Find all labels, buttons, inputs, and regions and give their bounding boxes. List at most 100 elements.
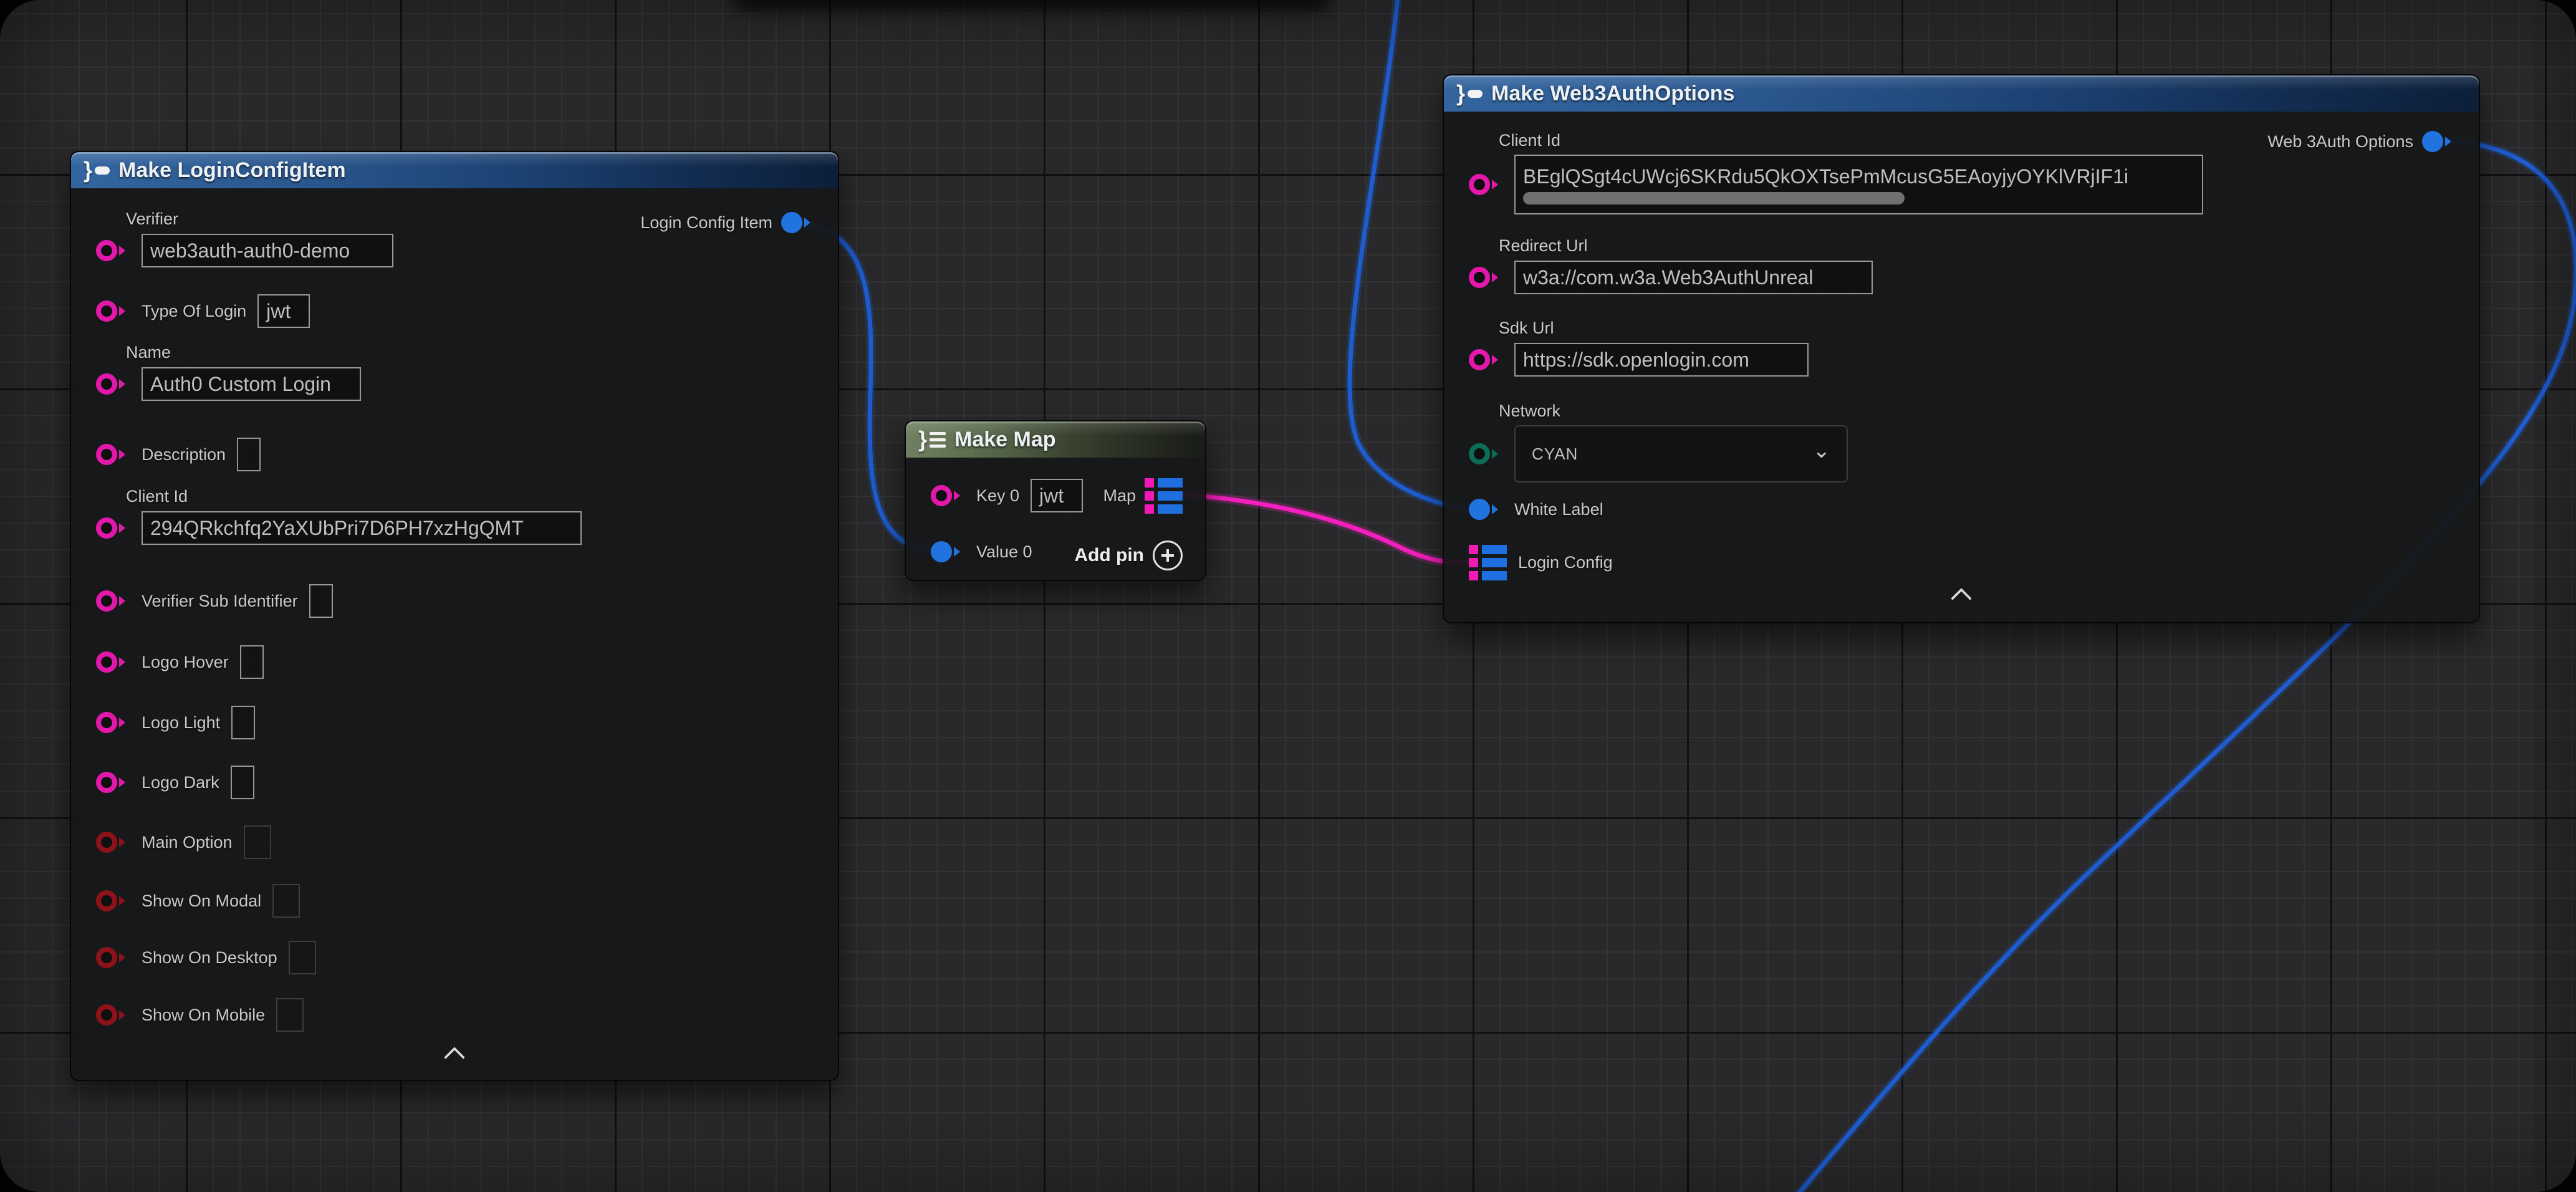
pin-label: Login Config [1518, 553, 1613, 572]
checkbox-show-on-mobile[interactable] [276, 998, 304, 1032]
pin-label: Logo Dark [142, 773, 219, 792]
node-header[interactable]: } Make Web3AuthOptions [1444, 75, 2479, 112]
pin-label: Web 3Auth Options [2267, 132, 2413, 151]
string-pin[interactable] [96, 373, 130, 395]
make-struct-icon: } [84, 159, 110, 181]
output-row-web-3auth-options[interactable]: Web 3Auth Options [1444, 124, 2479, 159]
offscreen-node-shadow [733, 0, 1331, 11]
text-input-name[interactable]: Auth0 Custom Login [142, 367, 361, 401]
input-row-logo-dark[interactable]: Logo Dark [71, 765, 838, 800]
text-input-sdk-url[interactable]: https://sdk.openlogin.com [1514, 343, 1809, 377]
dropdown-network[interactable]: CYAN⌄ [1514, 425, 1848, 483]
collapse-button[interactable] [71, 1050, 838, 1065]
string-pin[interactable] [96, 300, 130, 322]
bool-pin[interactable] [96, 890, 130, 911]
string-pin[interactable] [1469, 174, 1503, 195]
text-input-value: jwt [266, 300, 291, 323]
input-row-type-of-login[interactable]: Type Of Loginjwt [71, 294, 838, 329]
node-title: Make LoginConfigItem [118, 158, 346, 183]
bool-pin[interactable] [96, 1004, 130, 1026]
add-pin-icon[interactable] [1153, 541, 1183, 570]
text-input-logo-hover-empty[interactable] [240, 645, 264, 679]
string-pin[interactable] [96, 712, 130, 733]
map-pin[interactable] [1469, 545, 1507, 580]
input-row-verifier[interactable]: Verifierweb3auth-auth0-demo [71, 233, 838, 268]
map-pin[interactable] [1145, 478, 1183, 514]
add-pin-label: Add pin [1074, 545, 1144, 566]
horizontal-scrollbar[interactable] [1523, 192, 1905, 204]
make-map-icon: } [918, 428, 946, 451]
text-input-value: w3a://com.w3a.Web3AuthUnreal [1523, 266, 1813, 289]
text-input-logo-light-empty[interactable] [231, 706, 255, 739]
text-input-value: https://sdk.openlogin.com [1523, 348, 1749, 372]
pin-label: Show On Modal [142, 892, 261, 911]
string-pin[interactable] [96, 590, 130, 612]
checkbox-show-on-modal[interactable] [272, 884, 300, 918]
checkbox-show-on-desktop[interactable] [289, 941, 316, 974]
node-title: Make Map [954, 428, 1056, 452]
input-row-logo-light[interactable]: Logo Light [71, 705, 838, 740]
wire-make-map.map-to-make-web3authoptions.login-config [1179, 494, 1473, 562]
string-pin[interactable] [96, 444, 130, 465]
input-row-name[interactable]: NameAuth0 Custom Login [71, 367, 838, 401]
struct-pin-connected[interactable] [781, 212, 815, 233]
checkbox-main-option[interactable] [244, 825, 271, 859]
bool-pin[interactable] [96, 832, 130, 853]
text-input-client-id[interactable]: 294QRkchfq2YaXUbPri7D6PH7xzHgQMT [142, 511, 582, 545]
node-make-loginconfigitem[interactable]: Login Config ItemVerifierweb3auth-auth0-… [70, 151, 839, 1081]
string-pin[interactable] [1469, 267, 1503, 288]
pin-label: Logo Hover [142, 653, 229, 672]
wire-make-map.map-to-make-web3authoptions.login-config[interactable] [1179, 494, 1473, 562]
struct-pin-connected[interactable] [2422, 131, 2456, 152]
pin-label: Network [1499, 401, 1560, 421]
string-pin[interactable] [96, 240, 130, 261]
output-row-add-pin[interactable]: Add pin [906, 538, 1205, 573]
blueprint-graph-canvas[interactable]: Login Config ItemVerifierweb3auth-auth0-… [0, 0, 2576, 1192]
collapse-button[interactable] [1444, 591, 2479, 606]
input-row-show-on-desktop[interactable]: Show On Desktop [71, 940, 838, 975]
bool-pin[interactable] [96, 947, 130, 968]
string-pin[interactable] [1469, 349, 1503, 370]
pin-label: Verifier [126, 209, 178, 229]
string-pin[interactable] [96, 651, 130, 673]
pin-label: Sdk Url [1499, 319, 1554, 338]
input-row-show-on-mobile[interactable]: Show On Mobile [71, 997, 838, 1032]
input-row-client-id[interactable]: Client Id294QRkchfq2YaXUbPri7D6PH7xzHgQM… [71, 511, 838, 546]
node-make-web3authoptions[interactable]: Web 3Auth OptionsClient IdBEglQSgt4cUWcj… [1443, 74, 2480, 623]
input-row-show-on-modal[interactable]: Show On Modal [71, 883, 838, 918]
input-row-sdk-url[interactable]: Sdk Urlhttps://sdk.openlogin.com [1444, 342, 2479, 377]
node-title: Make Web3AuthOptions [1491, 82, 1734, 106]
struct-pin-connected[interactable] [1469, 499, 1503, 520]
input-row-description[interactable]: Description [71, 437, 838, 472]
pin-label: Login Config Item [640, 213, 772, 233]
text-input-value: 294QRkchfq2YaXUbPri7D6PH7xzHgQMT [150, 517, 524, 540]
node-header[interactable]: } Make LoginConfigItem [71, 152, 838, 188]
string-pin[interactable] [96, 772, 130, 793]
enum-pin[interactable] [1469, 443, 1503, 464]
input-row-redirect-url[interactable]: Redirect Urlw3a://com.w3a.Web3AuthUnreal [1444, 260, 2479, 295]
input-row-client-id[interactable]: Client IdBEglQSgt4cUWcj6SKRdu5QkOXTsePmM… [1444, 155, 2479, 214]
string-pin[interactable] [96, 517, 130, 539]
pin-label: Verifier Sub Identifier [142, 592, 298, 611]
pin-label: Client Id [126, 487, 188, 506]
input-row-main-option[interactable]: Main Option [71, 825, 838, 860]
input-row-logo-hover[interactable]: Logo Hover [71, 645, 838, 680]
pin-label: Redirect Url [1499, 236, 1588, 256]
input-row-white-label[interactable]: White Label [1444, 492, 2479, 527]
output-row-map[interactable]: Map [906, 478, 1205, 513]
node-header[interactable]: } Make Map [906, 421, 1205, 458]
text-input-logo-dark-empty[interactable] [231, 766, 254, 799]
pin-label: Client Id [1499, 131, 1560, 150]
pin-label: Map [1103, 486, 1136, 506]
node-make-map[interactable]: Key 0jwtMapValue 0Add pin } Make Map [905, 420, 1206, 581]
text-input-client-id[interactable]: BEglQSgt4cUWcj6SKRdu5QkOXTsePmMcusG5EAoy… [1514, 155, 2203, 214]
text-input-verifier-sub-identifier-empty[interactable] [309, 584, 333, 618]
input-row-network[interactable]: NetworkCYAN⌄ [1444, 425, 2479, 483]
text-input-description-empty[interactable] [237, 438, 261, 471]
pin-label: Show On Mobile [142, 1006, 265, 1025]
input-row-verifier-sub-identifier[interactable]: Verifier Sub Identifier [71, 584, 838, 618]
text-input-verifier[interactable]: web3auth-auth0-demo [142, 234, 393, 267]
text-input-redirect-url[interactable]: w3a://com.w3a.Web3AuthUnreal [1514, 261, 1873, 294]
input-row-login-config[interactable]: Login Config [1444, 545, 2479, 580]
text-input-type-of-login[interactable]: jwt [257, 294, 310, 328]
